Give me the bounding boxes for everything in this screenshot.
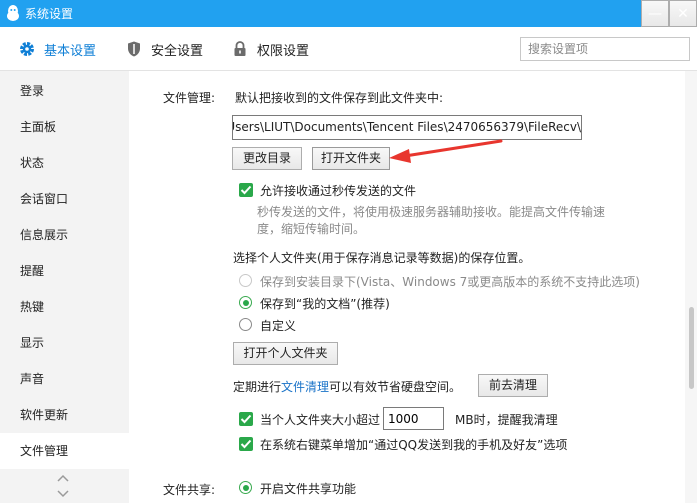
scrollbar-thumb[interactable] [689,307,694,389]
open-personal-folder-button[interactable]: 打开个人文件夹 [233,342,338,365]
flash-transfer-desc-line1: 秒传发送的文件，将使用极速服务器辅助接收。能提高文件传输速 [257,205,606,219]
radio-custom[interactable] [239,318,252,331]
sidebar-item-chat-window[interactable]: 会话窗口 [0,181,129,217]
sidebar-item-login[interactable]: 登录 [0,73,129,109]
checkmark-icon [240,414,252,424]
sidebar-item-file-management[interactable]: 文件管理 [0,433,129,469]
section-label-file-management: 文件管理: [163,91,216,105]
size-warning-suffix: MB时，提醒我清理 [455,413,558,427]
sidebar-item-software-update[interactable]: 软件更新 [0,397,129,433]
chevron-up-icon[interactable] [56,473,70,483]
change-directory-button[interactable]: 更改目录 [232,147,302,170]
red-arrow-annotation [389,139,503,163]
tab-label: 基本设置 [44,43,97,59]
radio-label-custom: 自定义 [260,319,297,333]
tab-permission-settings[interactable]: 权限设置 [231,27,309,71]
checkmark-icon [240,185,252,195]
enable-file-sharing-label: 开启文件共享功能 [260,482,357,496]
size-threshold-input[interactable] [383,407,444,430]
sidebar-item-info-display[interactable]: 信息展示 [0,217,129,253]
sidebar-item-status[interactable]: 状态 [0,145,129,181]
tab-label: 安全设置 [151,43,204,59]
shield-icon [128,41,140,57]
file-cleanup-link[interactable]: 文件清理 [281,380,329,394]
settings-tabs: 基本设置 安全设置 权限设置 [0,27,697,71]
radio-save-install-dir[interactable] [239,274,252,287]
radio-enable-file-sharing[interactable] [239,481,252,494]
search-input[interactable] [520,37,690,61]
sidebar-item-main-panel[interactable]: 主面板 [0,109,129,145]
qq-penguin-icon [7,5,19,21]
radio-label-my-documents: 保存到“我的文档”(推荐) [260,297,390,311]
checkbox-size-warning[interactable] [239,412,253,426]
go-cleanup-button[interactable]: 前去清理 [478,374,548,397]
vertical-scrollbar[interactable] [685,71,697,503]
tab-basic-settings[interactable]: 基本设置 [18,27,96,71]
personal-folder-heading: 选择个人文件夹(用于保存消息记录等数据)的保存位置。 [233,251,531,265]
window-title: 系统设置 [25,7,74,21]
settings-content: 文件管理: 默认把接收到的文件保存到此文件夹中: C:\Users\LIUT\D… [129,71,685,503]
checkmark-icon [240,439,252,449]
checkbox-context-menu[interactable] [239,437,253,451]
chevron-down-icon[interactable] [56,489,70,499]
size-warning-prefix: 当个人文件夹大小超过 [260,413,381,427]
save-location-text: 默认把接收到的文件保存到此文件夹中: [235,91,444,105]
minimize-button[interactable]: — [641,0,669,27]
cleanup-text: 定期进行文件清理可以有效节省硬盘空间。 [233,378,461,395]
title-bar: 系统设置 — ✕ [0,0,697,27]
sidebar-item-hotkeys[interactable]: 热键 [0,289,129,325]
allow-flash-transfer-label: 允许接收通过秒传发送的文件 [260,184,417,198]
checkbox-allow-flash-transfer[interactable] [239,183,253,197]
tab-security-settings[interactable]: 安全设置 [125,27,203,71]
close-button[interactable]: ✕ [669,0,697,27]
context-menu-label: 在系统右键菜单增加“通过QQ发送到我的手机及好友”选项 [260,438,568,452]
tab-label: 权限设置 [257,43,310,59]
save-path-value: C:\Users\LIUT\Documents\Tencent Files\24… [232,120,581,134]
sidebar-item-sound[interactable]: 声音 [0,361,129,397]
lock-icon [234,41,246,56]
cleanup-suffix: 可以有效节省硬盘空间。 [329,380,462,394]
radio-label-install-dir: 保存到安装目录下(Vista、Windows 7或更高版本的系统不支持此选项) [260,275,640,289]
sidebar-item-reminders[interactable]: 提醒 [0,253,129,289]
gear-icon [20,42,34,56]
flash-transfer-desc-line2: 度，缩短传输时间。 [257,222,366,236]
sidebar-item-display[interactable]: 显示 [0,325,129,361]
section-label-file-sharing: 文件共享: [163,483,216,497]
radio-save-my-documents[interactable] [239,296,252,309]
cleanup-prefix: 定期进行 [233,380,282,394]
sidebar: 登录 主面板 状态 会话窗口 信息展示 提醒 热键 显示 声音 软件更新 文件管… [0,71,129,503]
